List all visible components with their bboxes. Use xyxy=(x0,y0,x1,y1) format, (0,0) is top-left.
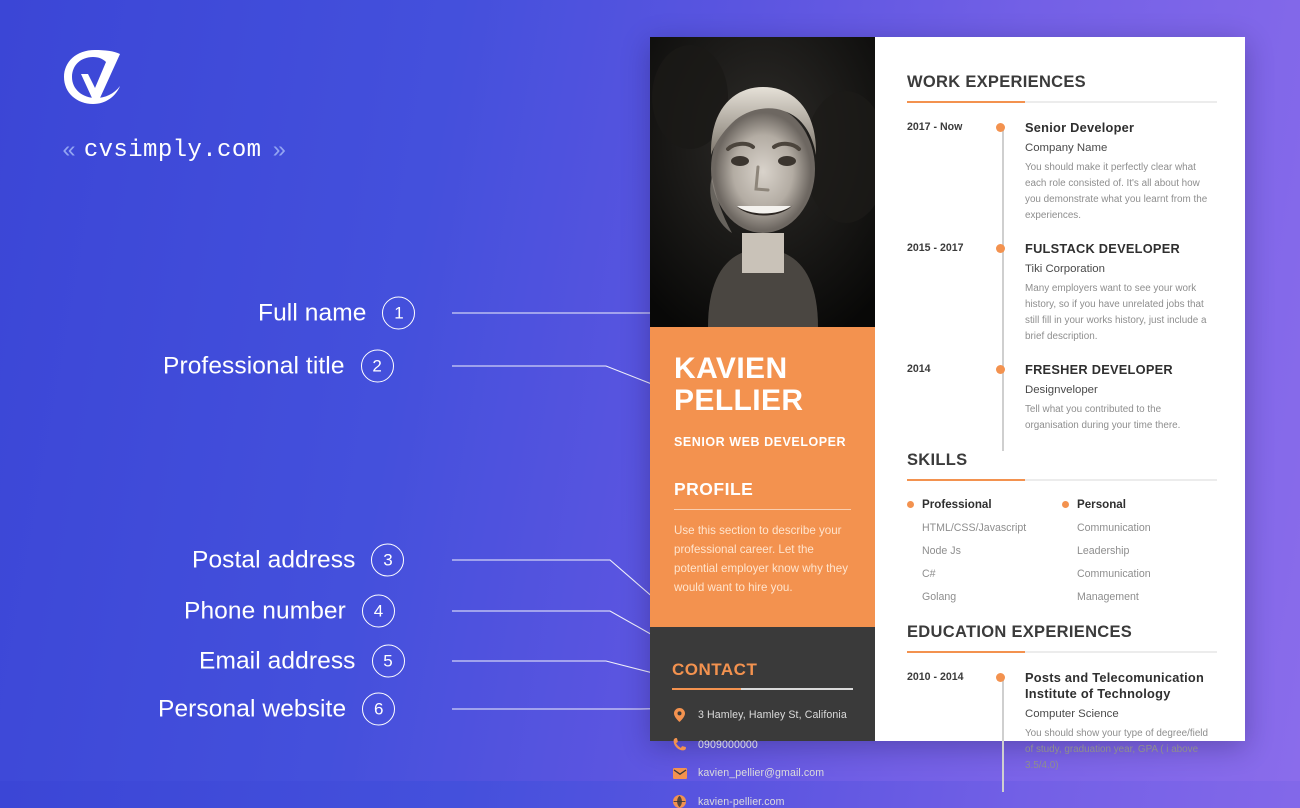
annotation-number-6: 6 xyxy=(362,692,396,726)
envelope-icon xyxy=(672,767,687,779)
cv-main-column: WORK EXPERIENCES 2017 - Now Senior Devel… xyxy=(875,37,1245,792)
skill-item: Communication xyxy=(1077,568,1151,581)
full-name: KAVIEN PELLIER xyxy=(674,352,851,418)
skills-column-professional: Professional HTML/CSS/Javascript Node Js… xyxy=(907,498,1062,603)
work-entry-date: 2017 - Now xyxy=(907,121,963,133)
skill-item: Golang xyxy=(922,591,957,604)
skills-section: SKILLS Professional HTML/CSS/Javascript … xyxy=(907,451,1217,603)
work-entry-desc: Tell what you contributed to the organis… xyxy=(1025,404,1181,432)
education-entry-date: 2010 - 2014 xyxy=(907,671,964,684)
skills-column-title: Personal xyxy=(1062,498,1217,511)
globe-icon xyxy=(672,795,687,808)
cv-checkmark-logo-icon xyxy=(64,50,120,104)
cv-template-card: KAVIEN PELLIER SENIOR WEB DEVELOPER PROF… xyxy=(650,37,1245,808)
annotation-label: Phone number xyxy=(184,597,346,624)
education-entry-field: Computer Science xyxy=(1025,708,1119,721)
annotation-number-1: 1 xyxy=(382,296,416,330)
annotation-professional-title: Professional title 2 xyxy=(163,349,394,383)
contact-item-email: kavien_pellier@gmail.com xyxy=(672,767,853,779)
annotation-label: Postal address xyxy=(192,546,356,573)
skill-item: C# xyxy=(922,568,936,581)
work-divider xyxy=(907,101,1217,103)
contact-value: 3 Hamley, Hamley St, Califonia xyxy=(698,709,847,722)
profile-text: Use this section to describe your profes… xyxy=(674,524,848,594)
bullet-icon xyxy=(907,501,914,509)
work-entry-date: 2014 xyxy=(907,363,931,376)
bullet-icon xyxy=(1062,501,1069,509)
annotation-number-2: 2 xyxy=(360,349,394,383)
contact-divider xyxy=(672,688,853,691)
work-section: WORK EXPERIENCES 2017 - Now Senior Devel… xyxy=(907,73,1217,452)
profile-photo xyxy=(650,37,875,327)
education-divider xyxy=(907,651,1217,654)
work-entry-desc: You should make it perfectly clear what … xyxy=(1025,161,1208,222)
work-entry-role: Senior Developer xyxy=(1025,120,1135,135)
education-section: EDUCATION EXPERIENCES 2010 - 2014 Posts … xyxy=(907,623,1217,792)
skill-item: HTML/CSS/Javascript xyxy=(922,522,1027,535)
chevron-right-icon: » xyxy=(272,137,286,164)
work-entry-desc: Many employers want to see your work his… xyxy=(1025,283,1207,343)
annotation-label: Personal website xyxy=(158,695,347,722)
full-name-line-1: KAVIEN xyxy=(674,352,788,385)
work-entry: 2014 FRESHER DEVELOPER Designveloper Tel… xyxy=(907,362,1217,451)
education-entry: 2010 - 2014 Posts and Telecomunication I… xyxy=(907,670,1217,791)
work-entry-org: Company Name xyxy=(1025,141,1108,154)
annotation-full-name: Full name 1 xyxy=(258,296,416,330)
map-pin-icon xyxy=(672,708,687,723)
profile-heading: PROFILE xyxy=(674,478,754,499)
full-name-line-2: PELLIER xyxy=(674,384,804,418)
timeline-dot-icon xyxy=(996,123,1005,132)
contact-item-address: 3 Hamley, Hamley St, Califonia xyxy=(672,708,853,723)
contact-value: 0909000000 xyxy=(698,738,758,751)
skill-item: Leadership xyxy=(1077,545,1130,558)
annotation-number-5: 5 xyxy=(371,644,405,678)
skill-item: Communication xyxy=(1077,522,1151,535)
work-timeline: 2017 - Now Senior Developer Company Name… xyxy=(907,120,1217,452)
portrait-image xyxy=(650,37,875,327)
work-entry-date: 2015 - 2017 xyxy=(907,242,964,255)
education-entry-desc: You should show your type of degree/fiel… xyxy=(1025,728,1208,772)
work-entry-role: FULSTACK DEVELOPER xyxy=(1025,241,1180,257)
brand-block: « cvsimply.com » xyxy=(62,48,286,164)
brand-name: « cvsimply.com » xyxy=(62,137,286,164)
education-heading: EDUCATION EXPERIENCES xyxy=(907,623,1133,642)
work-entry: 2015 - 2017 FULSTACK DEVELOPER Tiki Corp… xyxy=(907,241,1217,362)
contact-heading: CONTACT xyxy=(672,660,758,680)
work-entry-org: Designveloper xyxy=(1025,384,1098,397)
skills-column-personal: Personal Communication Leadership Commun… xyxy=(1062,498,1217,603)
contact-item-phone: 0909000000 xyxy=(672,738,853,751)
work-entry-role: FRESHER DEVELOPER xyxy=(1025,362,1173,378)
education-entry-school: Posts and Telecomunication Institute of … xyxy=(1025,670,1205,702)
work-entry-org: Tiki Corporation xyxy=(1025,263,1105,276)
contact-value: kavien-pellier.com xyxy=(698,795,785,808)
skills-column-title: Professional xyxy=(907,498,1062,511)
skills-divider xyxy=(907,479,1217,482)
annotation-label: Full name xyxy=(258,299,367,326)
chevron-left-icon: « xyxy=(62,137,76,164)
skills-column-label: Personal xyxy=(1077,498,1126,512)
annotation-label: Professional title xyxy=(163,352,345,379)
contact-item-website: kavien-pellier.com xyxy=(672,795,853,808)
skills-column-label: Professional xyxy=(922,498,992,512)
annotation-postal-address: Postal address 3 xyxy=(192,543,405,577)
education-timeline: 2010 - 2014 Posts and Telecomunication I… xyxy=(907,670,1217,792)
contact-value: kavien_pellier@gmail.com xyxy=(698,767,825,780)
annotation-label: Email address xyxy=(199,647,356,674)
annotation-number-3: 3 xyxy=(371,543,405,577)
annotation-personal-website: Personal website 6 xyxy=(158,692,396,726)
work-heading: WORK EXPERIENCES xyxy=(907,73,1086,91)
job-title: SENIOR WEB DEVELOPER xyxy=(674,434,847,449)
brand-name-text: cvsimply.com xyxy=(83,137,262,164)
profile-divider xyxy=(674,508,851,511)
annotation-number-4: 4 xyxy=(361,594,395,628)
name-block: KAVIEN PELLIER SENIOR WEB DEVELOPER PROF… xyxy=(650,327,875,628)
skills-heading: SKILLS xyxy=(907,451,968,470)
skill-item: Node Js xyxy=(922,545,961,558)
annotation-email-address: Email address 5 xyxy=(199,644,405,678)
skill-item: Management xyxy=(1077,591,1139,604)
work-entry: 2017 - Now Senior Developer Company Name… xyxy=(907,120,1217,241)
annotation-phone-number: Phone number 4 xyxy=(184,594,395,628)
phone-icon xyxy=(672,738,687,751)
cv-sidebar: KAVIEN PELLIER SENIOR WEB DEVELOPER PROF… xyxy=(650,37,875,808)
